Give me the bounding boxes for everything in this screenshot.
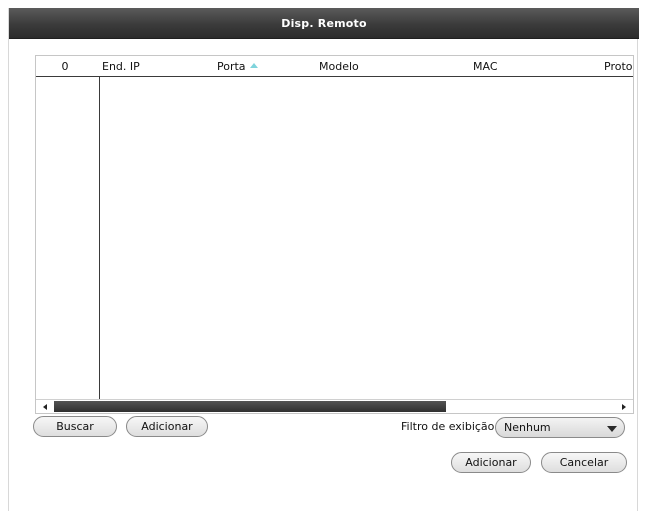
display-filter-label: Filtro de exibição	[401, 420, 495, 433]
horizontal-scrollbar[interactable]	[36, 399, 633, 413]
column-header-port-label: Porta	[217, 60, 246, 73]
sort-ascending-icon	[249, 63, 258, 68]
dialog-title: Disp. Remoto	[9, 8, 639, 39]
display-filter-value: Nenhum	[504, 421, 551, 434]
column-header-model[interactable]: Modelo	[319, 56, 379, 77]
display-filter-select[interactable]: Nenhum	[495, 417, 625, 438]
table-body[interactable]	[36, 78, 633, 400]
table-header: 0 End. IP Porta Modelo MAC Proto	[36, 56, 633, 77]
arrow-right-icon	[622, 403, 626, 410]
arrow-left-icon	[43, 403, 47, 410]
column-header-ip[interactable]: End. IP	[102, 56, 162, 77]
scroll-right-button[interactable]	[615, 400, 633, 413]
chevron-down-icon	[607, 426, 617, 432]
scrollbar-thumb[interactable]	[54, 401, 446, 412]
scroll-left-button[interactable]	[36, 400, 54, 413]
column-header-protocol[interactable]: Proto	[604, 56, 633, 77]
column-header-port[interactable]: Porta	[217, 56, 287, 77]
add-search-result-button[interactable]: Adicionar	[126, 416, 208, 437]
remote-device-dialog: Disp. Remoto 0 End. IP Porta Modelo MAC …	[8, 8, 639, 511]
search-button[interactable]: Buscar	[33, 416, 117, 437]
column-header-mac[interactable]: MAC	[473, 56, 513, 77]
add-button[interactable]: Adicionar	[451, 452, 531, 473]
device-table: 0 End. IP Porta Modelo MAC Proto	[35, 55, 634, 414]
column-header-index[interactable]: 0	[50, 56, 80, 77]
cancel-button[interactable]: Cancelar	[541, 452, 627, 473]
